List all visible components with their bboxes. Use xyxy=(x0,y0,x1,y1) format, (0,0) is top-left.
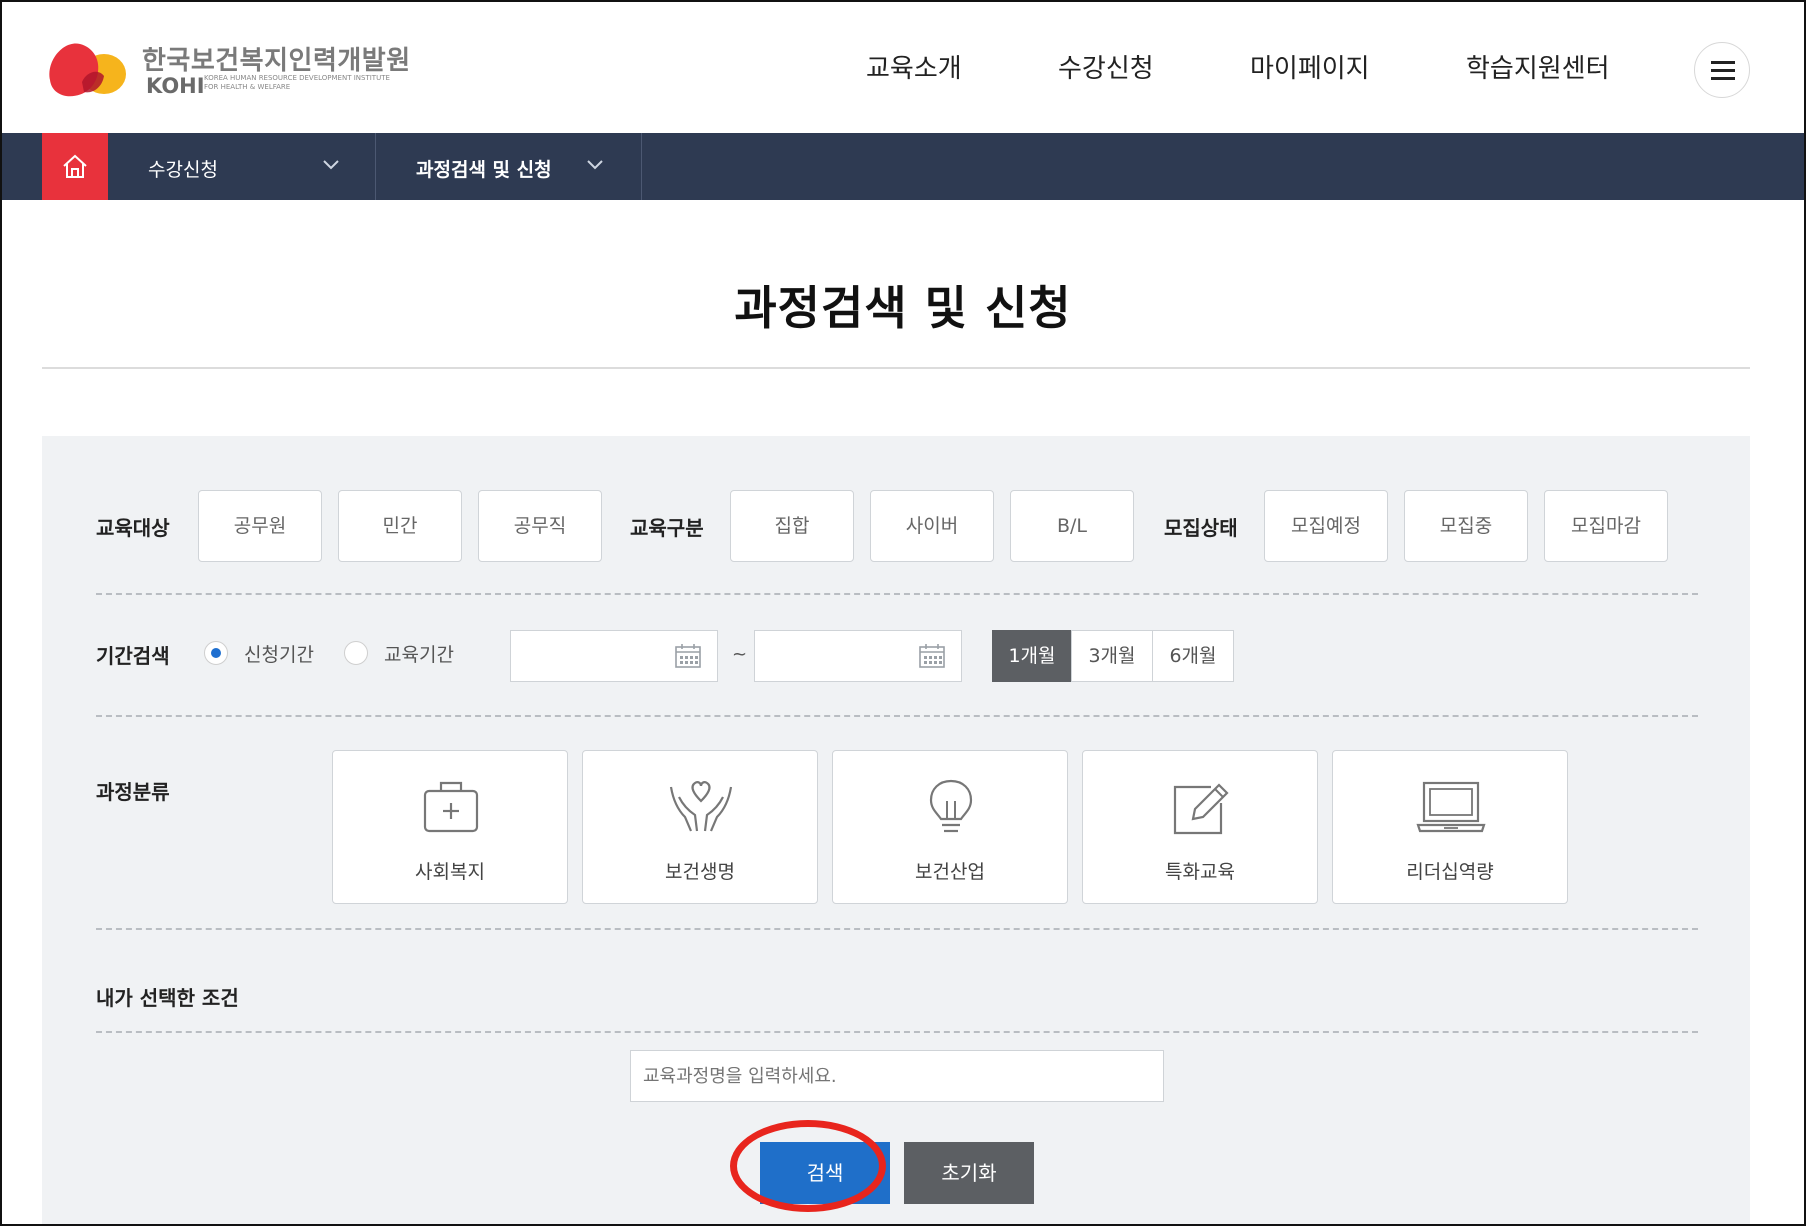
period-3-month-button[interactable]: 3개월 xyxy=(1071,630,1153,682)
divider xyxy=(96,928,1698,930)
breadcrumb-level2-label: 과정검색 및 신청 xyxy=(416,159,552,181)
pencil-edit-icon xyxy=(1173,783,1229,835)
radio-edu-period-label[interactable]: 교육기간 xyxy=(384,640,454,667)
hamburger-icon xyxy=(1711,61,1735,64)
heart-hands-icon xyxy=(669,781,733,832)
target-option-private[interactable]: 민간 xyxy=(338,490,462,562)
start-date-field[interactable] xyxy=(510,630,718,682)
site-logo[interactable]: 한국보건복지인력개발원 KOHI KOREA HUMAN RESOURCE DE… xyxy=(42,36,410,106)
breadcrumb-level2-dropdown[interactable]: 과정검색 및 신청 xyxy=(376,133,642,200)
target-option-contract[interactable]: 공무직 xyxy=(478,490,602,562)
highlight-circle-annotation xyxy=(730,1120,886,1212)
category-health-life-label: 보건생명 xyxy=(665,861,735,883)
divider xyxy=(96,1031,1698,1033)
home-button[interactable] xyxy=(42,133,108,200)
site-header: 한국보건복지인력개발원 KOHI KOREA HUMAN RESOURCE DE… xyxy=(2,2,1804,133)
radio-apply-period-label[interactable]: 신청기간 xyxy=(244,640,314,667)
status-option-upcoming[interactable]: 모집예정 xyxy=(1264,490,1388,562)
reset-button[interactable]: 초기화 xyxy=(904,1142,1034,1204)
lightbulb-icon xyxy=(929,779,973,833)
chevron-down-icon xyxy=(587,160,603,170)
app-window: 한국보건복지인력개발원 KOHI KOREA HUMAN RESOURCE DE… xyxy=(0,0,1806,1226)
logo-english-full: KOREA HUMAN RESOURCE DEVELOPMENT INSTITU… xyxy=(204,74,390,91)
category-specialized-education-label: 특화교육 xyxy=(1165,861,1235,883)
search-panel: 교육대상 공무원 민간 공무직 교육구분 집합 사이버 B/L 모집상태 모집예… xyxy=(42,436,1750,1224)
category-leadership-label: 리더십역량 xyxy=(1406,861,1494,883)
type-option-group[interactable]: 집합 xyxy=(730,490,854,562)
gnb-item-enroll[interactable]: 수강신청 xyxy=(1058,48,1154,85)
category-health-industry-label: 보건산업 xyxy=(915,861,985,883)
title-divider xyxy=(42,367,1750,369)
calendar-icon[interactable] xyxy=(675,644,701,668)
category-label: 과정분류 xyxy=(96,780,170,804)
period-6-month-button[interactable]: 6개월 xyxy=(1152,630,1234,682)
type-option-cyber[interactable]: 사이버 xyxy=(870,490,994,562)
logo-korean-name: 한국보건복지인력개발원 xyxy=(142,46,411,76)
period-1-month-button[interactable]: 1개월 xyxy=(992,630,1072,682)
category-health-industry[interactable]: 보건산업 xyxy=(832,750,1068,904)
calendar-icon[interactable] xyxy=(919,644,945,668)
date-range-separator: ~ xyxy=(732,644,748,665)
divider xyxy=(96,715,1698,717)
status-option-open[interactable]: 모집중 xyxy=(1404,490,1528,562)
chevron-down-icon xyxy=(323,160,339,170)
type-label: 교육구분 xyxy=(630,516,704,540)
target-option-public[interactable]: 공무원 xyxy=(198,490,322,562)
selected-conditions-label: 내가 선택한 조건 xyxy=(96,986,239,1010)
logo-english-abbr: KOHI xyxy=(146,74,205,98)
category-leadership[interactable]: 리더십역량 xyxy=(1332,750,1568,904)
gnb-item-support[interactable]: 학습지원센터 xyxy=(1466,48,1610,85)
period-label: 기간검색 xyxy=(96,644,170,668)
gnb-item-mypage[interactable]: 마이페이지 xyxy=(1250,48,1370,85)
kohi-logo-icon xyxy=(49,43,126,97)
radio-edu-period[interactable] xyxy=(344,641,368,665)
course-name-search-input[interactable] xyxy=(630,1050,1164,1102)
hamburger-menu-button[interactable] xyxy=(1694,42,1750,98)
category-social-welfare-label: 사회복지 xyxy=(415,861,485,883)
divider xyxy=(96,593,1698,595)
category-health-life[interactable]: 보건생명 xyxy=(582,750,818,904)
end-date-field[interactable] xyxy=(754,630,962,682)
breadcrumb-level1-dropdown[interactable]: 수강신청 xyxy=(108,133,376,200)
breadcrumb: 수강신청 과정검색 및 신청 xyxy=(2,133,1804,200)
category-social-welfare[interactable]: 사회복지 xyxy=(332,750,568,904)
status-label: 모집상태 xyxy=(1164,516,1238,540)
page-title: 과정검색 및 신청 xyxy=(734,281,1072,335)
home-icon xyxy=(63,154,87,178)
type-option-blended[interactable]: B/L xyxy=(1010,490,1134,562)
status-option-closed[interactable]: 모집마감 xyxy=(1544,490,1668,562)
gnb-item-about[interactable]: 교육소개 xyxy=(866,48,962,85)
breadcrumb-level1-label: 수강신청 xyxy=(148,159,218,181)
target-label: 교육대상 xyxy=(96,516,170,540)
radio-apply-period[interactable] xyxy=(204,641,228,665)
medical-kit-icon xyxy=(423,781,479,833)
category-specialized-education[interactable]: 특화교육 xyxy=(1082,750,1318,904)
laptop-icon xyxy=(1416,781,1486,833)
